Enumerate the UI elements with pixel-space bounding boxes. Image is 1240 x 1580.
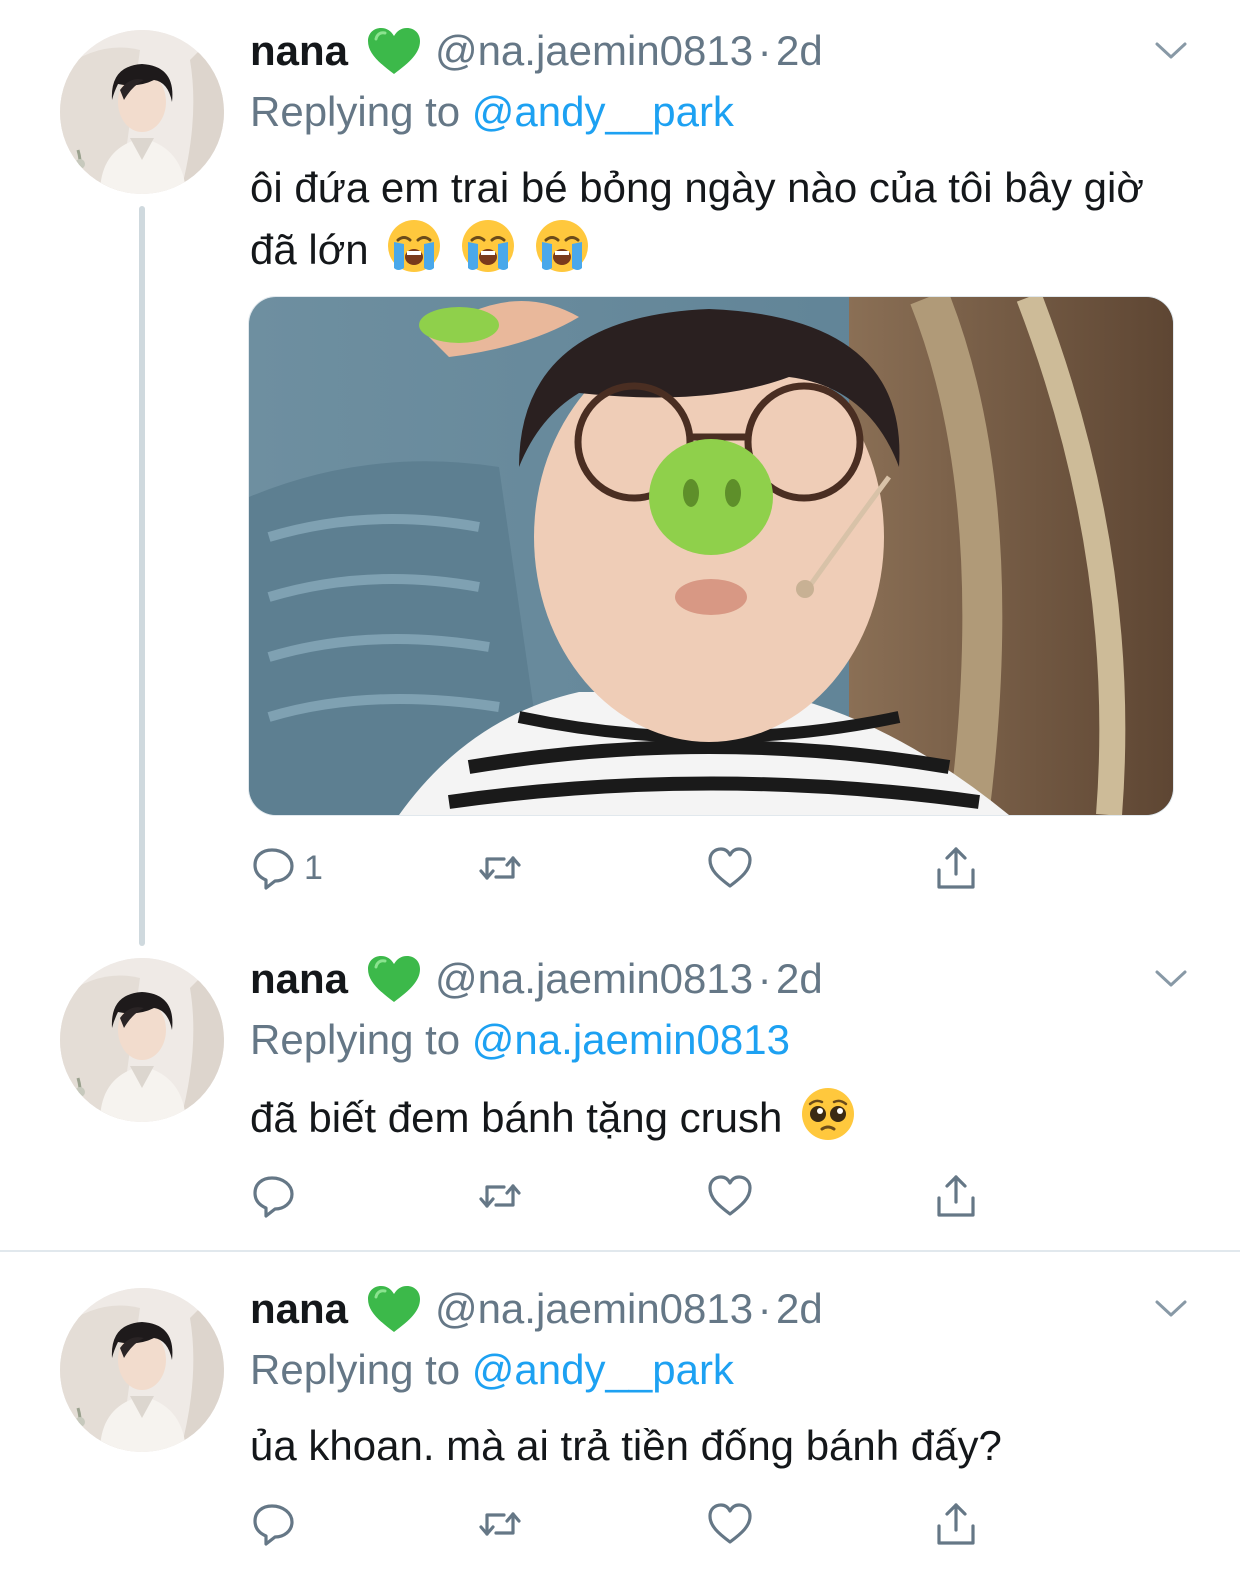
pleading-face-icon (800, 1086, 856, 1142)
timestamp[interactable]: 2d (776, 27, 823, 74)
tweet-header: nana @na.jaemin0813 · 2d (250, 26, 823, 86)
tweet-text: đã biết đem bánh tặng crush (250, 1086, 1170, 1148)
replying-to-link[interactable]: @andy__park (472, 88, 734, 135)
chevron-down-icon[interactable] (1154, 968, 1188, 990)
avatar[interactable] (60, 1288, 224, 1452)
like-button[interactable] (706, 1494, 754, 1554)
retweet-button[interactable] (476, 1166, 524, 1226)
like-icon (706, 1172, 754, 1220)
share-button[interactable] (932, 1494, 980, 1554)
tweet-header: nana @na.jaemin0813 · 2d (250, 1284, 823, 1344)
tweet-actions: 1 (250, 838, 1010, 898)
reply-icon (250, 1500, 298, 1548)
share-icon (932, 844, 980, 892)
divider (0, 1250, 1240, 1252)
retweet-icon (476, 844, 524, 892)
thread-line (139, 206, 145, 946)
reply-icon (250, 844, 298, 892)
reply-icon (250, 1172, 298, 1220)
tweet-text-content: ôi đứa em trai bé bỏng ngày nào của tôi … (250, 164, 1144, 273)
reply-button[interactable] (250, 1494, 298, 1554)
replying-to: Replying to @na.jaemin0813 (250, 1016, 790, 1064)
display-name[interactable]: nana (250, 27, 348, 74)
share-button[interactable] (932, 838, 980, 898)
retweet-button[interactable] (476, 838, 524, 898)
replying-to-label: Replying to (250, 1016, 472, 1063)
share-button[interactable] (932, 1166, 980, 1226)
tweet-text-content: đã biết đem bánh tặng crush (250, 1094, 783, 1141)
replying-to-link[interactable]: @andy__park (472, 1346, 734, 1393)
chevron-down-icon[interactable] (1154, 40, 1188, 62)
like-button[interactable] (706, 838, 754, 898)
chevron-down-icon[interactable] (1154, 1298, 1188, 1320)
tweet-header: nana @na.jaemin0813 · 2d (250, 954, 823, 1014)
tweet-text: ôi đứa em trai bé bỏng ngày nào của tôi … (250, 158, 1170, 280)
green-heart-icon (366, 1284, 422, 1334)
reply-button[interactable] (250, 1166, 298, 1226)
retweet-icon (476, 1172, 524, 1220)
share-icon (932, 1500, 980, 1548)
replying-to: Replying to @andy__park (250, 1346, 734, 1394)
replying-to-label: Replying to (250, 1346, 472, 1393)
tweet-actions (250, 1166, 1010, 1226)
reply-count: 1 (304, 848, 323, 887)
tweet-actions (250, 1494, 1010, 1554)
replying-to-link[interactable]: @na.jaemin0813 (472, 1016, 790, 1063)
timestamp[interactable]: 2d (776, 955, 823, 1002)
share-icon (932, 1172, 980, 1220)
loudly-crying-face-icon (460, 218, 516, 274)
tweet-photo[interactable] (248, 296, 1174, 816)
green-heart-icon (366, 954, 422, 1004)
tweet[interactable]: nana @na.jaemin0813 · 2d Replying to @na… (0, 954, 1240, 1234)
like-icon (706, 844, 754, 892)
display-name[interactable]: nana (250, 1285, 348, 1332)
timestamp[interactable]: 2d (776, 1285, 823, 1332)
avatar[interactable] (60, 958, 224, 1122)
like-button[interactable] (706, 1166, 754, 1226)
retweet-button[interactable] (476, 1494, 524, 1554)
tweet[interactable]: nana @na.jaemin0813 · 2d Replying to @an… (0, 1284, 1240, 1574)
display-name[interactable]: nana (250, 955, 348, 1002)
retweet-icon (476, 1500, 524, 1548)
tweet-text-content: ủa khoan. mà ai trả tiền đống bánh đấy? (250, 1422, 1002, 1469)
tweet-text: ủa khoan. mà ai trả tiền đống bánh đấy? (250, 1416, 1170, 1476)
tweet[interactable]: nana @na.jaemin0813 · 2d Replying to @an… (0, 26, 1240, 946)
handle[interactable]: @na.jaemin0813 (435, 955, 753, 1002)
separator: · (757, 27, 772, 74)
handle[interactable]: @na.jaemin0813 (435, 1285, 753, 1332)
replying-to: Replying to @andy__park (250, 88, 734, 136)
loudly-crying-face-icon (534, 218, 590, 274)
separator: · (757, 955, 772, 1002)
loudly-crying-face-icon (386, 218, 442, 274)
separator: · (757, 1285, 772, 1332)
reply-button[interactable]: 1 (250, 838, 323, 898)
handle[interactable]: @na.jaemin0813 (435, 27, 753, 74)
avatar[interactable] (60, 30, 224, 194)
like-icon (706, 1500, 754, 1548)
replying-to-label: Replying to (250, 88, 472, 135)
green-heart-icon (366, 26, 422, 76)
